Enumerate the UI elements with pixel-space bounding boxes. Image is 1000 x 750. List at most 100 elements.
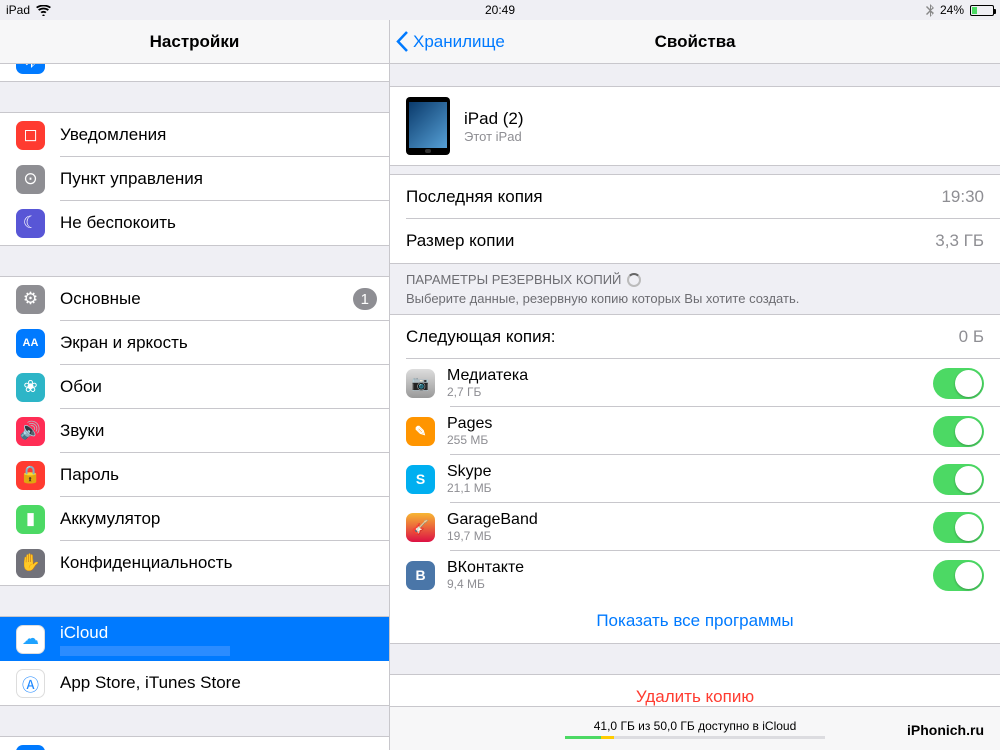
sidebar-item-notifications[interactable]: ◻︎ Уведомления bbox=[0, 113, 389, 157]
app-size: 19,7 МБ bbox=[447, 529, 933, 543]
sidebar-item-sounds[interactable]: 🔊 Звуки bbox=[0, 409, 389, 453]
sidebar-item-privacy[interactable]: ✋ Конфиденциальность bbox=[0, 541, 389, 585]
sidebar-item-detail: Вкл. bbox=[339, 64, 373, 69]
sidebar-item-cut[interactable] bbox=[0, 737, 389, 750]
app-row: S Skype21,1 МБ bbox=[390, 455, 1000, 503]
appstore-icon: Ⓐ bbox=[16, 669, 45, 698]
sidebar-title: Настройки bbox=[150, 32, 240, 52]
sidebar-item-label: Основные bbox=[60, 289, 353, 309]
sidebar-item-label: App Store, iTunes Store bbox=[60, 673, 389, 693]
badge-count: 1 bbox=[353, 288, 377, 310]
spinner-icon bbox=[627, 273, 641, 287]
sidebar-item-label: Bluetooth bbox=[60, 64, 339, 69]
sidebar-item-dnd[interactable]: ☾ Не беспокоить bbox=[0, 201, 389, 245]
detail-pane: Хранилище Свойства iPad (2) Этот iPad По… bbox=[390, 20, 1000, 750]
sidebar-item-label: Экран и яркость bbox=[60, 333, 389, 353]
detail-title: Свойства bbox=[655, 32, 736, 52]
sidebar-item-control-center[interactable]: ⊙ Пункт управления bbox=[0, 157, 389, 201]
row-next-backup: Следующая копия: 0 Б bbox=[390, 315, 1000, 359]
next-backup-value: 0 Б bbox=[959, 327, 984, 347]
icloud-account-redacted bbox=[60, 646, 230, 656]
toggle-switch[interactable] bbox=[933, 416, 984, 447]
toggle-switch[interactable] bbox=[933, 560, 984, 591]
app-name: Skype bbox=[447, 463, 933, 481]
toggle-switch[interactable] bbox=[933, 368, 984, 399]
sidebar-item-label: iCloud bbox=[60, 623, 230, 643]
size-label: Размер копии bbox=[406, 231, 935, 251]
bluetooth-icon bbox=[16, 64, 45, 74]
device-row: iPad (2) Этот iPad bbox=[390, 87, 1000, 165]
wifi-icon bbox=[36, 5, 51, 16]
gear-icon: ⚙ bbox=[16, 285, 45, 314]
app-name: Медиатека bbox=[447, 367, 933, 385]
size-value: 3,3 ГБ bbox=[935, 231, 984, 251]
storage-text: 41,0 ГБ из 50,0 ГБ доступно в iCloud bbox=[594, 719, 797, 733]
app-size: 255 МБ bbox=[447, 433, 933, 447]
battery-icon bbox=[970, 5, 994, 16]
display-icon: AA bbox=[16, 329, 45, 358]
show-all-apps-button[interactable]: Показать все программы bbox=[390, 599, 1000, 643]
device-name: iPad (2) bbox=[464, 109, 524, 129]
app-icon: S bbox=[406, 465, 435, 494]
app-row: B ВКонтакте9,4 МБ bbox=[390, 551, 1000, 599]
notifications-icon: ◻︎ bbox=[16, 121, 45, 150]
app-size: 9,4 МБ bbox=[447, 577, 933, 591]
status-device: iPad bbox=[6, 3, 30, 17]
sidebar-item-label: Уведомления bbox=[60, 125, 389, 145]
storage-bar bbox=[565, 736, 825, 739]
bluetooth-icon bbox=[926, 4, 934, 17]
app-row: 🎸 GarageBand19,7 МБ bbox=[390, 503, 1000, 551]
last-backup-label: Последняя копия bbox=[406, 187, 941, 207]
back-label: Хранилище bbox=[413, 32, 505, 52]
settings-sidebar: Настройки Bluetooth Вкл. ◻︎ Уведомления bbox=[0, 20, 390, 750]
control-center-icon: ⊙ bbox=[16, 165, 45, 194]
sidebar-item-label: Обои bbox=[60, 377, 389, 397]
generic-icon bbox=[16, 745, 45, 750]
app-icon: 🎸 bbox=[406, 513, 435, 542]
app-name: GarageBand bbox=[447, 511, 933, 529]
battery-pct: 24% bbox=[940, 3, 964, 17]
sound-icon: 🔊 bbox=[16, 417, 45, 446]
sidebar-item-general[interactable]: ⚙ Основные 1 bbox=[0, 277, 389, 321]
cloud-icon: ☁ bbox=[16, 625, 45, 654]
back-button[interactable]: Хранилище bbox=[390, 31, 505, 52]
sidebar-item-label: Аккумулятор bbox=[60, 509, 389, 529]
app-icon: B bbox=[406, 561, 435, 590]
sidebar-item-label: Пароль bbox=[60, 465, 389, 485]
app-name: ВКонтакте bbox=[447, 559, 933, 577]
hand-icon: ✋ bbox=[16, 549, 45, 578]
moon-icon: ☾ bbox=[16, 209, 45, 238]
ipad-icon bbox=[406, 97, 450, 155]
device-sub: Этот iPad bbox=[464, 129, 524, 144]
row-last-backup: Последняя копия 19:30 bbox=[390, 175, 1000, 219]
sidebar-item-icloud[interactable]: ☁ iCloud bbox=[0, 617, 389, 661]
app-row: 📷Медиатека2,7 ГБ bbox=[390, 359, 1000, 407]
sidebar-item-label: Конфиденциальность bbox=[60, 553, 389, 573]
app-row: ✎ Pages255 МБ bbox=[390, 407, 1000, 455]
section-caption: Выберите данные, резервную копию которых… bbox=[390, 291, 1000, 314]
sidebar-item-wallpaper[interactable]: ❀ Обои bbox=[0, 365, 389, 409]
sidebar-item-display[interactable]: AA Экран и яркость bbox=[0, 321, 389, 365]
app-icon: 📷 bbox=[406, 369, 435, 398]
wallpaper-icon: ❀ bbox=[16, 373, 45, 402]
section-header-options: ПАРАМЕТРЫ РЕЗЕРВНЫХ КОПИЙ bbox=[390, 264, 1000, 291]
sidebar-item-battery[interactable]: ▮ Аккумулятор bbox=[0, 497, 389, 541]
last-backup-value: 19:30 bbox=[941, 187, 984, 207]
detail-nav: Хранилище Свойства bbox=[390, 20, 1000, 64]
sidebar-item-label: Пункт управления bbox=[60, 169, 389, 189]
watermark: iPhonich.ru bbox=[901, 722, 984, 738]
sidebar-item-label: Не беспокоить bbox=[60, 213, 389, 233]
row-backup-size: Размер копии 3,3 ГБ bbox=[390, 219, 1000, 263]
lock-icon: 🔒 bbox=[16, 461, 45, 490]
app-icon: ✎ bbox=[406, 417, 435, 446]
status-bar: iPad 20:49 24% bbox=[0, 0, 1000, 20]
next-backup-label: Следующая копия: bbox=[406, 327, 959, 347]
sidebar-item-appstore[interactable]: Ⓐ App Store, iTunes Store bbox=[0, 661, 389, 705]
app-name: Pages bbox=[447, 415, 933, 433]
app-size: 21,1 МБ bbox=[447, 481, 933, 495]
sidebar-item-bluetooth[interactable]: Bluetooth Вкл. bbox=[0, 64, 389, 81]
sidebar-item-passcode[interactable]: 🔒 Пароль bbox=[0, 453, 389, 497]
toggle-switch[interactable] bbox=[933, 464, 984, 495]
battery-icon: ▮ bbox=[16, 505, 45, 534]
toggle-switch[interactable] bbox=[933, 512, 984, 543]
